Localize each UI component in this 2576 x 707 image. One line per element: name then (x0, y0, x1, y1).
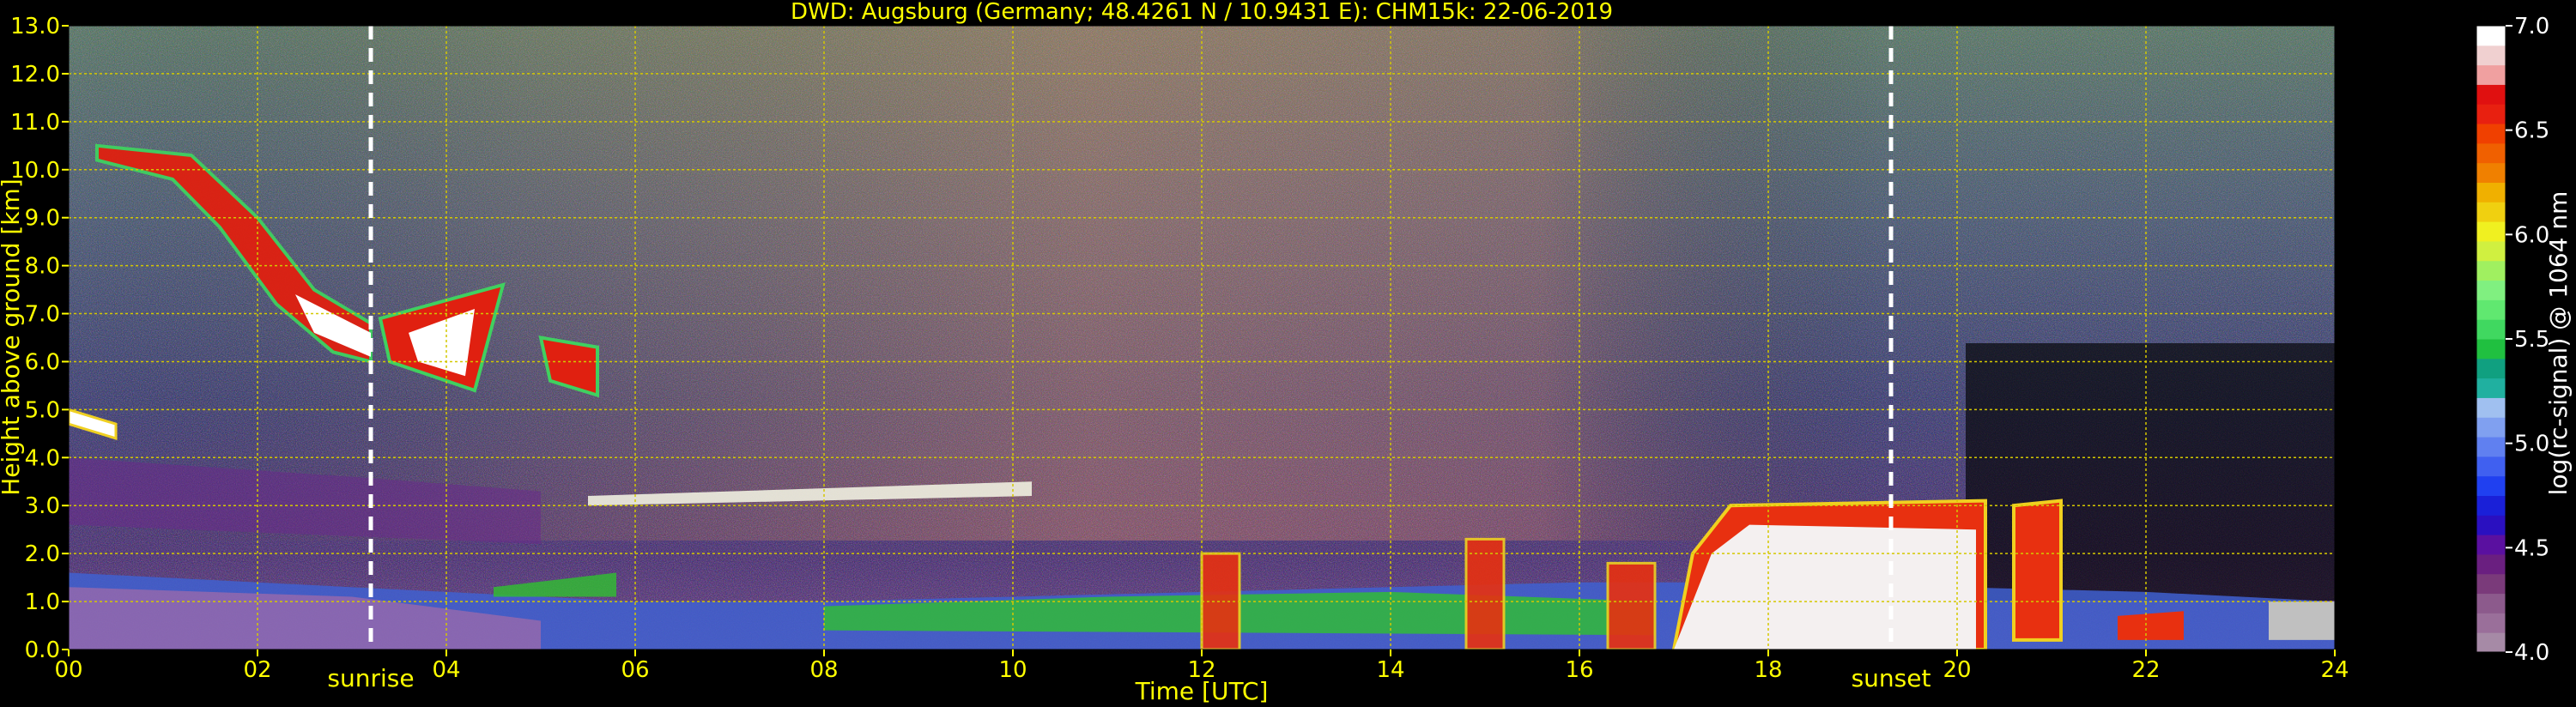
x-tick-label: 08 (809, 657, 838, 683)
colorbar-swatch (2476, 64, 2506, 85)
colorbar-swatch (2476, 240, 2506, 262)
x-axis-label: Time [UTC] (1135, 677, 1269, 705)
colorbar-swatch (2476, 26, 2506, 46)
colorbar-tick-label: 6.5 (2514, 118, 2549, 144)
colorbar-swatch (2476, 182, 2506, 202)
x-tick-label: 18 (1754, 657, 1782, 683)
plot-area (69, 26, 2335, 650)
y-tick-label: 11.0 (10, 110, 60, 136)
low-cloud (2118, 611, 2184, 640)
colorbar-tick-label: 4.5 (2514, 535, 2549, 561)
y-tick-label: 6.0 (25, 349, 60, 375)
y-tick-label: 13.0 (10, 14, 60, 39)
colorbar-swatch (2476, 104, 2506, 124)
x-tick-label: 06 (621, 657, 649, 683)
low-cloud-2 (2269, 601, 2335, 640)
y-tick-label: 4.0 (25, 445, 60, 471)
colorbar-swatch (2476, 456, 2506, 477)
convective-spike (1606, 561, 1657, 650)
x-tick-label: 24 (2320, 657, 2349, 683)
convective-spike (1464, 537, 1506, 650)
colorbar-swatch (2476, 515, 2506, 535)
colorbar-swatch (2476, 613, 2506, 633)
colorbar-swatch (2476, 260, 2506, 281)
colorbar-swatch (2476, 162, 2506, 183)
colorbar-swatch (2476, 221, 2506, 242)
colorbar-swatch (2476, 299, 2506, 320)
colorbar-swatch (2476, 553, 2506, 575)
y-tick-label: 9.0 (25, 206, 60, 232)
sunrise-label: sunrise (327, 664, 414, 692)
y-tick-label: 1.0 (25, 589, 60, 615)
colorbar: 4.04.55.05.56.06.57.0 (2476, 14, 2549, 666)
convective-cloud-2 (2012, 499, 2063, 642)
colorbar-swatch (2476, 475, 2506, 496)
y-tick-label: 7.0 (25, 302, 60, 328)
y-tick-label: 12.0 (10, 62, 60, 88)
x-tick-label: 00 (54, 657, 82, 683)
y-axis-label: Height above ground [km] (0, 178, 25, 496)
colorbar-swatch (2476, 84, 2506, 105)
colorbar-swatch (2476, 142, 2506, 164)
colorbar-swatch (2476, 280, 2506, 300)
x-tick-label: 22 (2131, 657, 2160, 683)
colorbar-swatch (2476, 632, 2506, 653)
colorbar-tick-label: 4.0 (2514, 640, 2549, 666)
y-tick-label: 5.0 (25, 397, 60, 423)
colorbar-swatch (2476, 573, 2506, 595)
colorbar-swatch (2476, 319, 2506, 340)
sunset-label: sunset (1852, 664, 1931, 692)
chart-title: DWD: Augsburg (Germany; 48.4261 N / 10.9… (791, 0, 1613, 25)
colorbar-swatch (2476, 339, 2506, 360)
colorbar-swatch (2476, 397, 2506, 418)
sun-marker-labels: sunrise sunset (327, 664, 1930, 692)
ceilometer-figure: 0.01.02.03.04.05.06.07.08.09.010.011.012… (0, 0, 2573, 705)
x-tick-label: 14 (1376, 657, 1404, 683)
x-tick-label: 10 (998, 657, 1027, 683)
colorbar-swatch (2476, 535, 2506, 555)
colorbar-tick-label: 7.0 (2514, 14, 2549, 39)
colorbar-swatch (2476, 378, 2506, 398)
colorbar-swatch (2476, 495, 2506, 516)
colorbar-swatch (2476, 417, 2506, 438)
colorbar-swatch (2476, 358, 2506, 379)
colorbar-swatch (2476, 593, 2506, 613)
y-tick-label: 3.0 (25, 493, 60, 519)
colorbar-swatch (2476, 45, 2506, 66)
colorbar-swatch (2476, 437, 2506, 457)
colorbar-swatch (2476, 202, 2506, 222)
y-tick-label: 8.0 (25, 254, 60, 280)
colorbar-label: log(rc-signal) @ 1064 nm (2544, 191, 2573, 496)
colorbar-swatch (2476, 124, 2506, 144)
x-tick-label: 20 (1943, 657, 1971, 683)
y-tick-label: 2.0 (25, 541, 60, 567)
x-tick-label: 04 (432, 657, 460, 683)
x-tick-label: 02 (243, 657, 271, 683)
x-tick-label: 16 (1565, 657, 1593, 683)
